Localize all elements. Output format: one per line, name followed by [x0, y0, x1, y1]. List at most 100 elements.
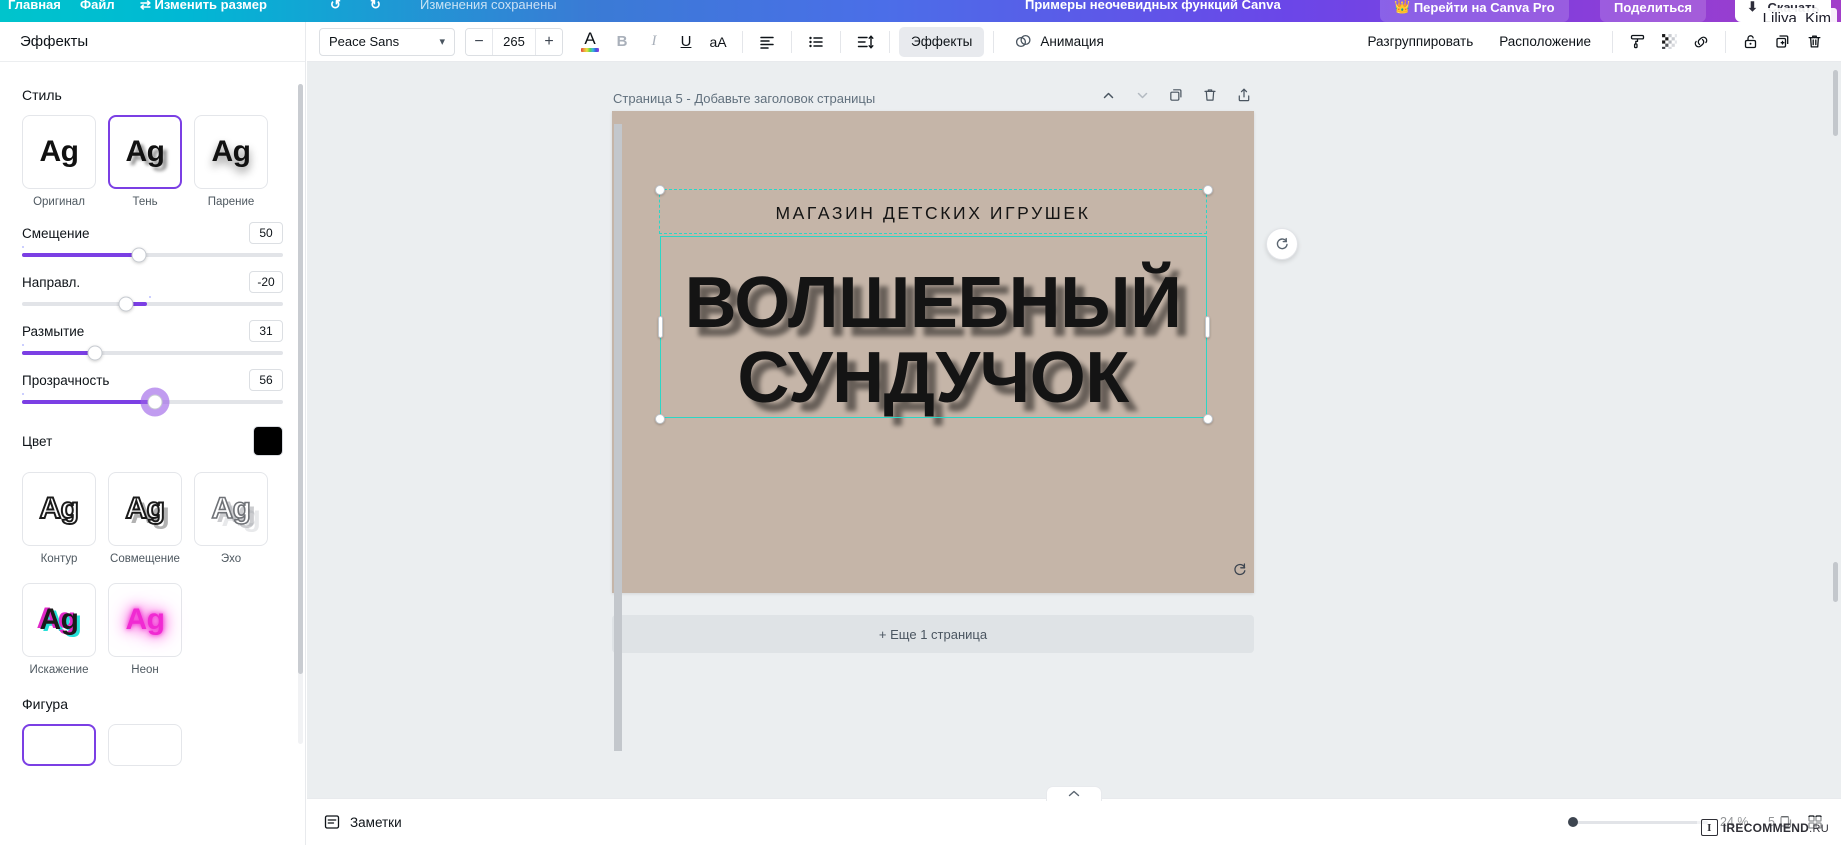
style-preset-shadow[interactable]: Ag Тень [108, 115, 182, 208]
resize-handle-right[interactable] [1205, 316, 1210, 338]
more-effects-grid: Ag Контур Ag Совмещение Ag Эхо Ag Искаже… [22, 472, 283, 682]
font-size-input[interactable]: 265 [492, 28, 536, 55]
menu-home[interactable]: Главная [8, 0, 61, 16]
chevron-down-icon[interactable] [1131, 84, 1153, 106]
font-size-increase-button[interactable]: + [536, 28, 562, 55]
shape-preset-curve[interactable] [108, 724, 182, 766]
text-color-button[interactable]: A [575, 27, 605, 57]
slider-track-offset[interactable] [22, 246, 283, 263]
effect-preset-splice[interactable]: Ag Совмещение [108, 472, 182, 565]
notes-button[interactable]: Заметки [323, 813, 402, 831]
position-button[interactable]: Расположение [1487, 27, 1603, 57]
shape-preset-row [22, 724, 283, 766]
sidebar-scrollbar-track[interactable] [298, 84, 303, 744]
menu-file[interactable]: Файл [80, 0, 115, 16]
notes-icon [323, 813, 341, 831]
menu-resize[interactable]: ⇄ Изменить размер [140, 0, 267, 16]
slider-thumb-direction[interactable] [118, 296, 134, 312]
resize-handle-left[interactable] [658, 316, 663, 338]
page-action-group [1097, 84, 1255, 106]
shape-thumb-none [22, 724, 96, 766]
slider-value-offset[interactable]: 50 [249, 222, 283, 244]
preset-label-echo: Эхо [220, 553, 242, 565]
font-size-decrease-button[interactable]: − [466, 28, 492, 55]
slider-value-direction[interactable]: -20 [249, 271, 283, 293]
redo-icon[interactable]: ↻ [370, 0, 381, 16]
ungroup-button[interactable]: Разгруппировать [1355, 27, 1485, 57]
resize-handle-top-right[interactable] [1203, 185, 1213, 195]
rotate-icon[interactable] [1229, 558, 1251, 580]
zoom-slider-thumb[interactable] [1567, 817, 1578, 827]
link-icon[interactable] [1686, 27, 1716, 57]
italic-button[interactable]: I [639, 27, 669, 57]
export-page-icon[interactable] [1233, 84, 1255, 106]
effect-preset-neon[interactable]: Ag Неон [108, 583, 182, 676]
resize-handle-top-left[interactable] [655, 185, 665, 195]
resize-handle-bottom-right[interactable] [1203, 414, 1213, 424]
document-title[interactable]: Примеры неочевидных функций Canva [1025, 0, 1281, 16]
bullet-list-icon[interactable] [801, 27, 831, 57]
slider-tick-icon [22, 246, 24, 248]
slider-track-direction[interactable] [22, 296, 283, 312]
font-size-stepper: − 265 + [465, 27, 563, 56]
slider-thumb-offset[interactable] [131, 247, 147, 263]
paint-roller-icon[interactable] [1622, 27, 1652, 57]
effect-preset-hollow[interactable]: Ag Контур [22, 472, 96, 565]
slider-track-transparency[interactable] [22, 393, 283, 410]
animation-button[interactable]: Анимация [1003, 27, 1115, 57]
lock-icon[interactable] [1735, 27, 1765, 57]
canvas-scrollbar-thumb-top[interactable] [1833, 70, 1838, 136]
canvas-scrollbar-left-edge[interactable] [614, 124, 622, 751]
trash-icon[interactable] [1799, 27, 1829, 57]
comment-icon[interactable] [1266, 228, 1298, 260]
share-button[interactable]: Поделиться [1600, 0, 1707, 22]
transparency-icon[interactable] [1654, 27, 1684, 57]
slider-value-transparency[interactable]: 56 [249, 369, 283, 391]
rainbow-bar-icon [581, 48, 599, 52]
effect-preset-glitch[interactable]: Ag Искажение [22, 583, 96, 676]
duplicate-icon[interactable] [1767, 27, 1797, 57]
canvas-scrollbar-thumb-bottom[interactable] [1833, 562, 1838, 602]
duplicate-page-icon[interactable] [1165, 84, 1187, 106]
bold-button[interactable]: B [607, 27, 637, 57]
undo-icon[interactable]: ↺ [330, 0, 341, 16]
selection-box-kicker[interactable] [659, 189, 1207, 234]
shape-preset-none[interactable] [22, 724, 96, 766]
font-family-select[interactable]: Peace Sans ▾ [319, 27, 455, 56]
effect-preset-echo[interactable]: Ag Эхо [194, 472, 268, 565]
site-watermark: I IRECOMMEND.RU [1696, 817, 1833, 838]
resize-handle-bottom-left[interactable] [655, 414, 665, 424]
text-toolbar: Peace Sans ▾ − 265 + A B I U aA Эффекты … [307, 22, 1841, 62]
chevron-down-icon: ▾ [439, 36, 445, 48]
add-page-button[interactable]: + Еще 1 страница [612, 615, 1254, 653]
zoom-slider-track[interactable] [1567, 817, 1709, 827]
sidebar-scrollbar-thumb[interactable] [298, 84, 303, 674]
slider-track-blur[interactable] [22, 344, 283, 361]
toolbar-right-group: Разгруппировать Расположение [1355, 27, 1829, 57]
slider-value-blur[interactable]: 31 [249, 320, 283, 342]
upgrade-pro-button[interactable]: 👑 Перейти на Canva Pro [1380, 0, 1569, 22]
sidebar-title: Эффекты [20, 33, 89, 50]
color-swatch-button[interactable] [253, 426, 283, 456]
preset-label-original: Оригинал [33, 196, 85, 208]
app-top-bar: Главная Файл ⇄ Изменить размер ↺ ↻ Измен… [0, 0, 1841, 22]
effects-tab-button[interactable]: Эффекты [899, 26, 985, 57]
notes-label: Заметки [350, 814, 402, 830]
collapse-panel-toggle[interactable] [1046, 786, 1102, 801]
trash-page-icon[interactable] [1199, 84, 1221, 106]
bottom-status-bar: Заметки 24 % 5 [307, 786, 1841, 845]
line-spacing-icon[interactable] [850, 27, 880, 57]
slider-thumb-transparency[interactable] [147, 394, 163, 410]
style-preset-lift[interactable]: Ag Парение [194, 115, 268, 208]
underline-button[interactable]: U [671, 27, 701, 57]
slider-transparency: Прозрачность 56 [22, 369, 283, 410]
add-page-label: + Еще 1 страница [878, 626, 988, 642]
chevron-up-icon[interactable] [1097, 84, 1119, 106]
selection-box-headline[interactable] [660, 236, 1207, 418]
design-page[interactable]: МАГАЗИН ДЕТСКИХ ИГРУШЕК ВОЛШЕБНЫЙ СУНДУЧ… [612, 111, 1254, 593]
style-preset-original[interactable]: Ag Оригинал [22, 115, 96, 208]
letter-case-button[interactable]: aA [703, 27, 733, 57]
align-left-icon[interactable] [752, 27, 782, 57]
preset-thumb-neon: Ag [108, 583, 182, 657]
slider-thumb-blur[interactable] [87, 345, 103, 361]
